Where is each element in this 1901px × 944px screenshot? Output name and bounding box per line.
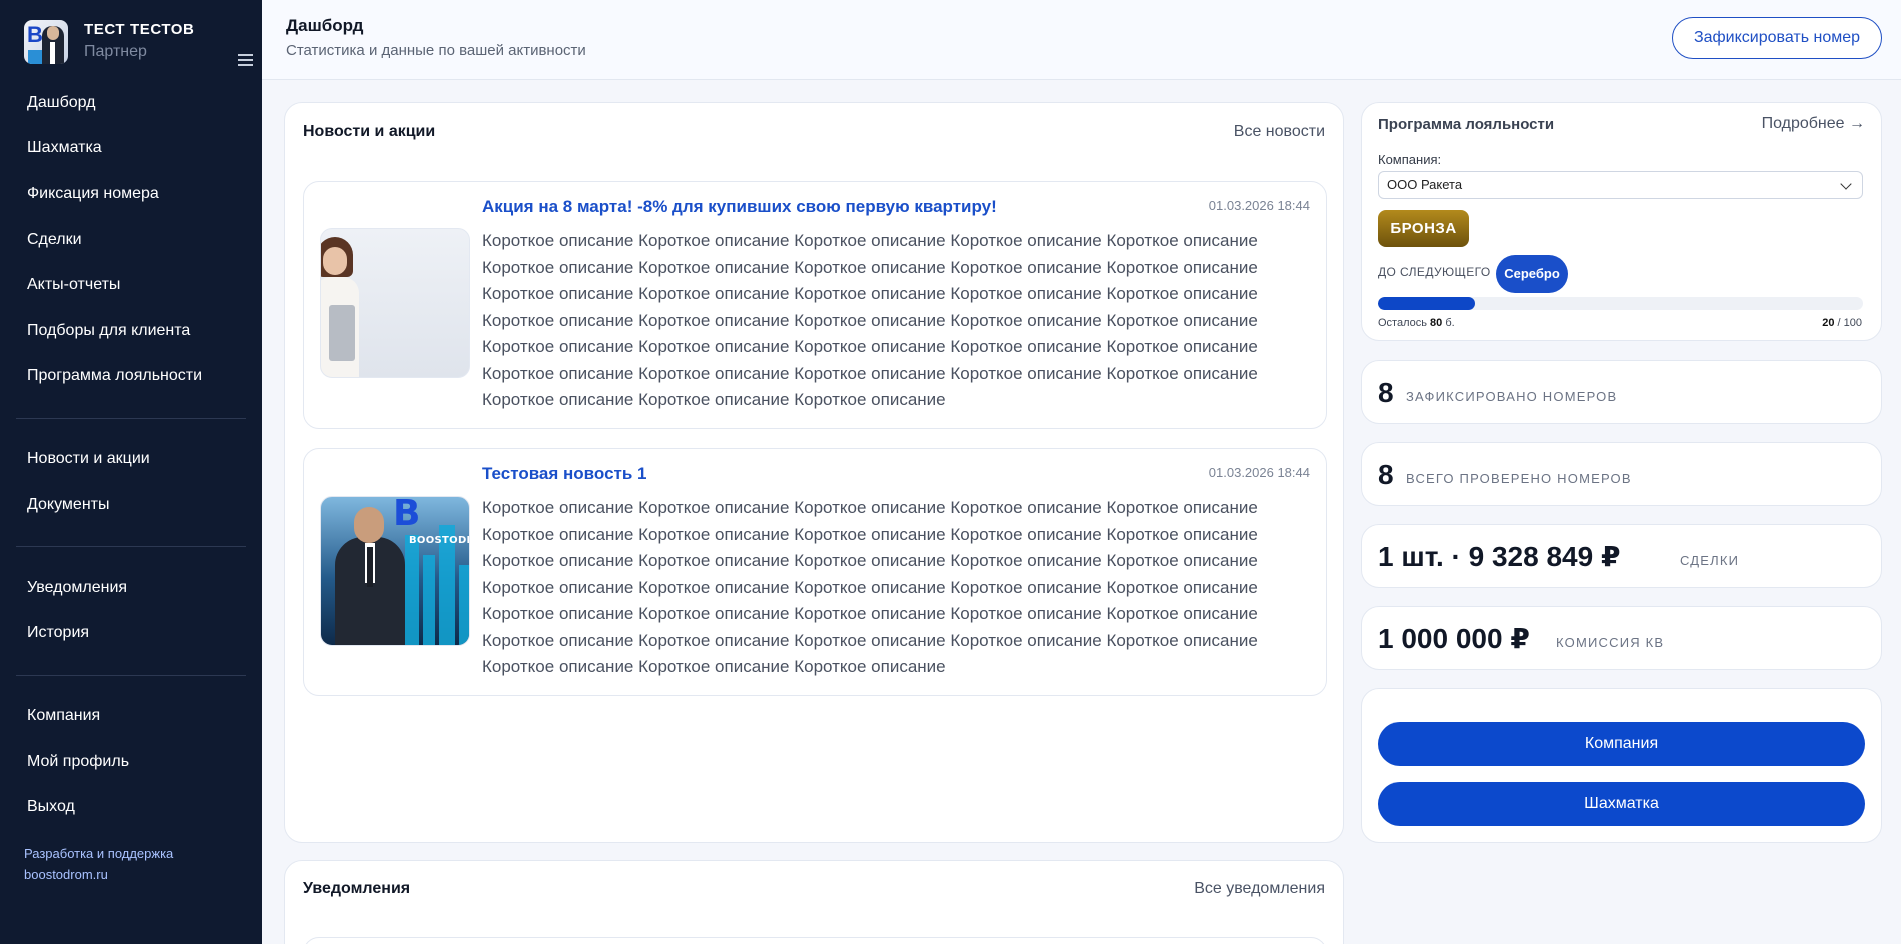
points-remaining: Осталось 80 б. — [1378, 317, 1455, 329]
news-date: 01.03.2026 18:44 — [1208, 198, 1310, 213]
remaining-unit: б. — [1445, 317, 1455, 329]
sidebar-divider — [16, 418, 246, 419]
news-date: 01.03.2026 18:44 — [1208, 465, 1310, 480]
news-image: B BOOSTODROM — [320, 496, 470, 646]
news-item[interactable]: Акция на 8 марта! -8% для купивших свою … — [303, 181, 1327, 429]
chessboard-button[interactable]: Шахматка — [1378, 782, 1865, 826]
news-item[interactable]: B BOOSTODROM Тестовая новость 1 01.03.20… — [303, 448, 1327, 696]
news-card: Новости и акции Все новости Акция на 8 м… — [284, 102, 1344, 843]
sidebar-item-news[interactable]: Новости и акции — [27, 448, 150, 470]
notifications-card-title: Уведомления — [303, 880, 411, 897]
remaining-value: 80 — [1430, 317, 1443, 329]
next-tier-badge: Серебро — [1496, 255, 1568, 293]
profile-block: B ТЕСТ ТЕСТОВ Партнер — [24, 20, 253, 66]
current-tier-badge: БРОНЗА — [1378, 210, 1469, 247]
sidebar-item-dashboard[interactable]: Дашборд — [27, 92, 96, 114]
stat-card: 8 ВСЕГО ПРОВЕРЕНО НОМЕРОВ — [1361, 442, 1882, 506]
loyalty-progress-fill — [1378, 297, 1475, 310]
news-description: Короткое описание Короткое описание Коро… — [482, 231, 1258, 409]
stat-card: 1 шт. · 9 328 849 ₽ СДЕЛКИ — [1361, 524, 1882, 588]
quick-actions-card: Компания Шахматка — [1361, 688, 1882, 843]
dev-credit[interactable]: Разработка и поддержка boostodrom.ru — [24, 843, 173, 885]
dev-credit-link[interactable]: boostodrom.ru — [24, 864, 173, 885]
stat-value: 1 000 000 ₽ — [1378, 623, 1530, 654]
loyalty-more-link[interactable]: Подробнее → — [1762, 115, 1865, 133]
sidebar-divider — [16, 546, 246, 547]
sidebar-item-number-fixation[interactable]: Фиксация номера — [27, 183, 159, 205]
notification-item[interactable] — [303, 937, 1327, 944]
stat-label: СДЕЛКИ — [1680, 553, 1740, 568]
remaining-prefix: Осталось — [1378, 317, 1427, 329]
sidebar-item-documents[interactable]: Документы — [27, 494, 109, 516]
points-total: / 100 — [1837, 317, 1862, 329]
loyalty-progress-bar — [1378, 297, 1863, 310]
stat-value: 8 — [1378, 377, 1394, 408]
sidebar-item-reports[interactable]: Акты-отчеты — [27, 274, 120, 296]
points-progress: 20 / 100 — [1822, 317, 1862, 329]
page-title: Дашборд — [286, 16, 364, 35]
stat-label: КОМИССИЯ КВ — [1556, 635, 1665, 650]
points-current: 20 — [1822, 317, 1835, 329]
news-image-logo: BOOSTODROM — [409, 535, 469, 546]
all-news-link[interactable]: Все новости — [1234, 123, 1325, 141]
sidebar-item-notifications[interactable]: Уведомления — [27, 577, 127, 599]
next-tier-label: ДО СЛЕДУЮЩЕГО — [1378, 265, 1491, 279]
company-select[interactable]: ООО Ракета — [1378, 171, 1863, 199]
stat-value: 1 шт. · 9 328 849 ₽ — [1378, 541, 1621, 572]
news-description: Короткое описание Короткое описание Коро… — [482, 498, 1258, 676]
sidebar-item-history[interactable]: История — [27, 622, 89, 644]
sidebar-item-loyalty[interactable]: Программа лояльности — [27, 365, 202, 387]
news-image — [320, 228, 470, 378]
all-notifications-link[interactable]: Все уведомления — [1194, 880, 1325, 898]
company-label: Компания: — [1378, 152, 1442, 167]
news-card-title: Новости и акции — [303, 123, 436, 140]
profile-name: ТЕСТ ТЕСТОВ — [84, 21, 195, 38]
company-button[interactable]: Компания — [1378, 722, 1865, 766]
sidebar-item-deals[interactable]: Сделки — [27, 229, 82, 251]
notifications-card: Уведомления Все уведомления — [284, 860, 1344, 944]
loyalty-title: Программа лояльности — [1378, 116, 1555, 133]
sidebar-item-chessboard[interactable]: Шахматка — [27, 137, 102, 159]
stat-label: ВСЕГО ПРОВЕРЕНО НОМЕРОВ — [1406, 471, 1632, 486]
loyalty-card: Программа лояльности Подробнее → Компани… — [1361, 102, 1882, 341]
menu-toggle-icon[interactable] — [238, 54, 253, 66]
stat-card: 1 000 000 ₽ КОМИССИЯ КВ — [1361, 606, 1882, 670]
sidebar-item-profile[interactable]: Мой профиль — [27, 751, 129, 773]
sidebar-divider — [16, 675, 246, 676]
stat-card: 8 ЗАФИКСИРОВАНО НОМЕРОВ — [1361, 360, 1882, 424]
sidebar-item-client-selections[interactable]: Подборы для клиента — [27, 320, 190, 342]
fix-number-button[interactable]: Зафиксировать номер — [1672, 17, 1882, 59]
sidebar: B ТЕСТ ТЕСТОВ Партнер Дашборд Шахматка Ф… — [0, 0, 262, 944]
sidebar-item-company[interactable]: Компания — [27, 705, 100, 727]
page-header: Дашборд Статистика и данные по вашей акт… — [262, 0, 1901, 80]
stat-value: 8 — [1378, 459, 1394, 490]
sidebar-item-logout[interactable]: Выход — [27, 796, 75, 818]
profile-role: Партнер — [84, 43, 147, 60]
news-headline[interactable]: Тестовая новость 1 — [482, 464, 646, 484]
company-select-value: ООО Ракета — [1387, 177, 1463, 192]
dev-credit-text: Разработка и поддержка — [24, 846, 174, 861]
news-headline[interactable]: Акция на 8 марта! -8% для купивших свою … — [482, 197, 997, 217]
stat-label: ЗАФИКСИРОВАНО НОМЕРОВ — [1406, 389, 1618, 404]
chevron-down-icon — [1840, 178, 1852, 190]
avatar: B — [24, 20, 68, 64]
page-subtitle: Статистика и данные по вашей активности — [286, 42, 586, 59]
